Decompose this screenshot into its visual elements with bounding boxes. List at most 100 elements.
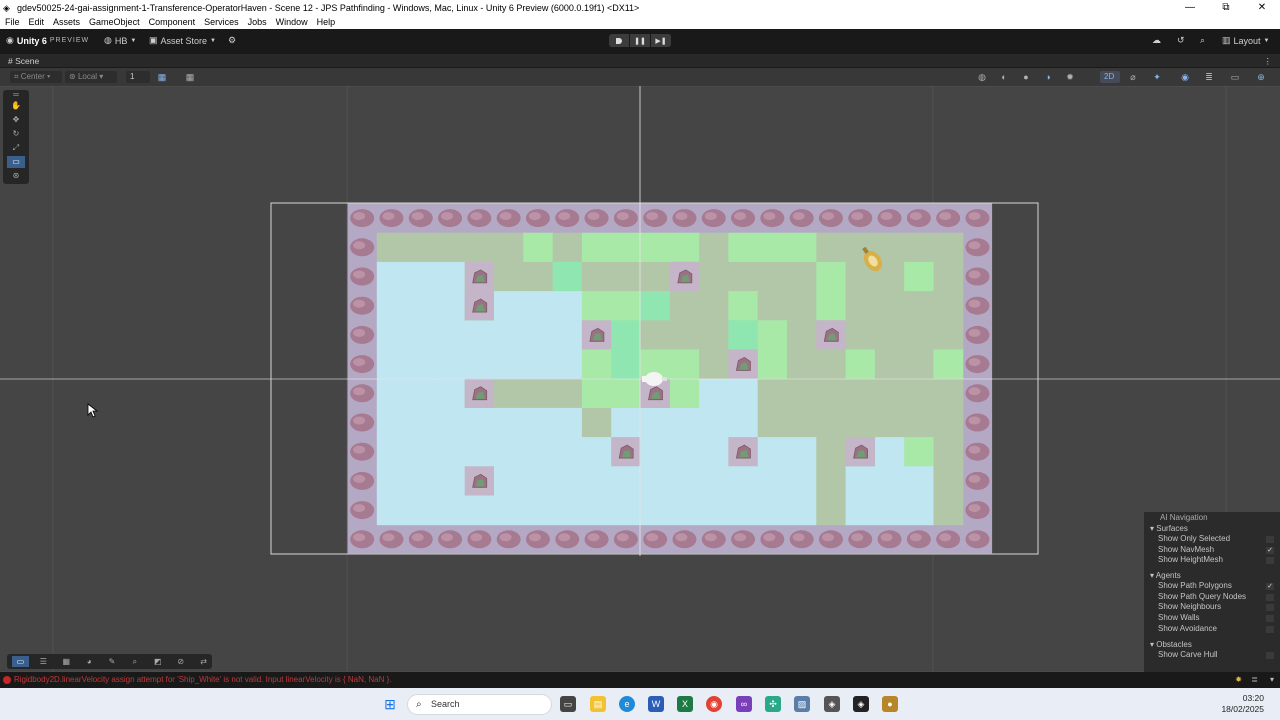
rect-tool-icon[interactable]: ▭ xyxy=(7,156,25,168)
floor-tile[interactable] xyxy=(933,232,964,263)
floor-tile[interactable] xyxy=(787,232,817,263)
floor-tile[interactable] xyxy=(757,378,788,409)
floor-tile[interactable] xyxy=(523,320,554,350)
floor-tile[interactable] xyxy=(728,495,759,526)
floor-tile[interactable] xyxy=(669,437,700,467)
floor-tile[interactable] xyxy=(874,291,905,321)
layers-stack-icon[interactable]: ≣ xyxy=(1251,672,1258,688)
floor-tile[interactable] xyxy=(845,495,876,526)
floor-tile[interactable] xyxy=(464,232,495,263)
app-icon-swirl[interactable]: ✣ xyxy=(765,696,781,712)
grid-visibility-icon[interactable]: ▦ xyxy=(183,71,197,83)
floor-tile[interactable] xyxy=(376,261,407,292)
floor-tile[interactable] xyxy=(523,349,554,380)
floor-tile[interactable] xyxy=(757,320,788,350)
floor-tile[interactable] xyxy=(787,495,817,526)
floor-tile[interactable] xyxy=(699,495,729,526)
floor-tile[interactable] xyxy=(611,232,641,263)
rotate-tile-icon[interactable]: ⊘ xyxy=(172,656,189,667)
checkbox-checked[interactable]: ✓ xyxy=(1266,546,1274,554)
camera-icon[interactable]: ▭ xyxy=(1228,71,1242,83)
floor-tile[interactable] xyxy=(435,437,466,467)
floor-tile[interactable] xyxy=(787,349,817,380)
floor-tile[interactable] xyxy=(552,291,583,321)
menu-window[interactable]: Window xyxy=(276,17,308,27)
floor-tile[interactable] xyxy=(494,291,524,321)
floor-tile[interactable] xyxy=(611,320,641,350)
floor-tile[interactable] xyxy=(523,378,554,409)
show-heightmesh-toggle[interactable]: Show HeightMesh xyxy=(1144,555,1280,566)
floor-tile[interactable] xyxy=(376,320,407,350)
eraser-icon[interactable]: ⌕ xyxy=(126,656,143,667)
rock-obstacle[interactable] xyxy=(611,437,641,467)
floor-tile[interactable] xyxy=(464,349,495,380)
menu-gameobject[interactable]: GameObject xyxy=(89,17,140,27)
floor-tile[interactable] xyxy=(816,466,847,496)
floor-tile[interactable] xyxy=(874,495,905,526)
floor-tile[interactable] xyxy=(728,232,759,263)
floor-tile[interactable] xyxy=(816,232,847,263)
rock-obstacle[interactable] xyxy=(728,437,758,467)
floor-tile[interactable] xyxy=(435,320,466,350)
floor-tile[interactable] xyxy=(523,407,554,438)
floor-tile[interactable] xyxy=(435,349,466,380)
floor-tile[interactable] xyxy=(435,466,466,496)
floor-tile[interactable] xyxy=(552,407,583,438)
show-walls-toggle[interactable]: Show Walls xyxy=(1144,613,1280,624)
floor-tile[interactable] xyxy=(640,232,671,263)
floor-tile[interactable] xyxy=(933,261,964,292)
2d-toggle-button[interactable]: 2D xyxy=(1100,71,1120,83)
rotate-tool-icon[interactable]: ↻ xyxy=(7,128,25,140)
floor-tile[interactable] xyxy=(874,378,905,409)
floor-tile[interactable] xyxy=(581,378,612,409)
minimize-button[interactable]: — xyxy=(1172,0,1208,15)
floor-tile[interactable] xyxy=(933,407,964,438)
sphere-icon[interactable]: ● xyxy=(1019,71,1033,83)
file-explorer-icon[interactable]: ▤ xyxy=(590,696,606,712)
floor-tile[interactable] xyxy=(757,349,788,380)
maximize-button[interactable]: ⧉ xyxy=(1208,0,1244,15)
floor-tile[interactable] xyxy=(816,407,847,438)
visibility-icon[interactable]: ◉ xyxy=(1178,71,1192,83)
snap-increment-field[interactable]: 1 xyxy=(126,71,150,83)
lightbulb-icon[interactable]: ✸ xyxy=(1235,672,1242,688)
step-button[interactable]: ▶❚ xyxy=(651,34,671,47)
rock-obstacle[interactable] xyxy=(816,320,846,350)
floor-tile[interactable] xyxy=(552,466,583,496)
menu-jobs[interactable]: Jobs xyxy=(248,17,267,27)
floor-tile[interactable] xyxy=(376,349,407,380)
floor-tile[interactable] xyxy=(904,349,934,380)
layers-icon[interactable]: ≣ xyxy=(1202,71,1216,83)
floor-tile[interactable] xyxy=(787,261,817,292)
floor-tile[interactable] xyxy=(669,495,700,526)
floor-tile[interactable] xyxy=(552,495,583,526)
show-carve-hull-toggle[interactable]: Show Carve Hull xyxy=(1144,650,1280,661)
floor-tile[interactable] xyxy=(816,378,847,409)
show-only-selected-toggle[interactable]: Show Only Selected xyxy=(1144,534,1280,545)
floor-tile[interactable] xyxy=(376,291,407,321)
floor-tile[interactable] xyxy=(406,437,436,467)
floor-tile[interactable] xyxy=(874,407,905,438)
floor-tile[interactable] xyxy=(523,261,554,292)
section-agents[interactable]: ▾ Agents xyxy=(1144,570,1280,581)
floor-tile[interactable] xyxy=(494,378,524,409)
floor-tile[interactable] xyxy=(699,349,729,380)
rock-obstacle[interactable] xyxy=(845,437,875,467)
menu-help[interactable]: Help xyxy=(317,17,336,27)
floor-tile[interactable] xyxy=(523,291,554,321)
console-message[interactable]: Rigidbody2D.linearVelocity assign attemp… xyxy=(14,672,391,688)
floor-tile[interactable] xyxy=(728,291,759,321)
floor-tile[interactable] xyxy=(933,349,964,380)
floor-tile[interactable] xyxy=(406,291,436,321)
windows-start-icon[interactable]: ⊞ xyxy=(382,696,398,712)
floor-tile[interactable] xyxy=(376,437,407,467)
floor-tile[interactable] xyxy=(845,407,876,438)
floor-tile[interactable] xyxy=(728,261,759,292)
floor-tile[interactable] xyxy=(406,349,436,380)
floor-tile[interactable] xyxy=(435,261,466,292)
flip-tile-icon[interactable]: ⇄ xyxy=(195,656,212,667)
lighting-icon[interactable]: ◑ xyxy=(1041,71,1055,83)
floor-tile[interactable] xyxy=(933,495,964,526)
floor-tile[interactable] xyxy=(699,466,729,496)
floor-tile[interactable] xyxy=(787,466,817,496)
